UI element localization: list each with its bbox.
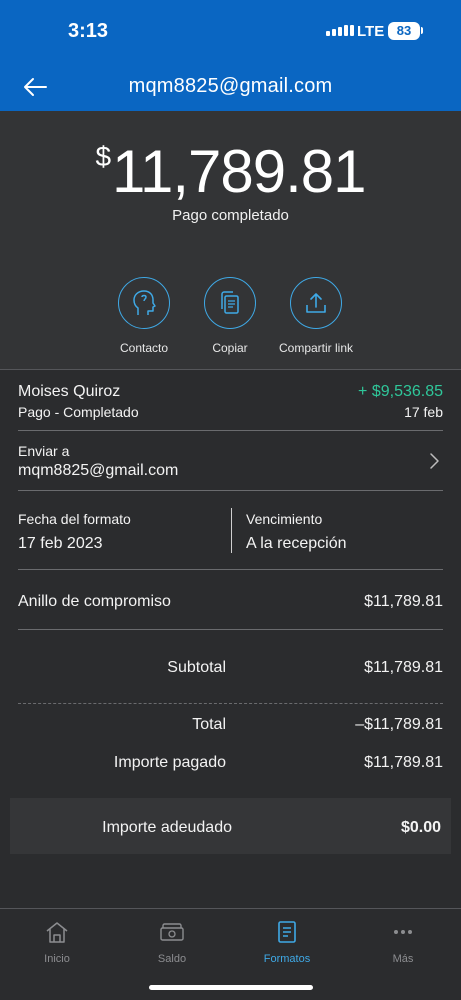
divider bbox=[18, 629, 443, 630]
tab-formatos[interactable]: Formatos bbox=[247, 919, 327, 965]
total-label: Total bbox=[192, 716, 226, 733]
payment-status-text: Pago - Completado bbox=[18, 404, 139, 420]
battery-icon: 83 bbox=[388, 22, 420, 40]
amount-due-value: $0.00 bbox=[400, 819, 441, 836]
tab-mas-label: Más bbox=[392, 953, 414, 965]
tab-formatos-label: Formatos bbox=[263, 953, 311, 965]
tab-inicio-label: Inicio bbox=[44, 953, 70, 965]
divider bbox=[18, 430, 443, 431]
share-link-label: Compartir link bbox=[278, 341, 353, 355]
dashed-divider bbox=[18, 703, 443, 704]
payer-name: Moises Quiroz bbox=[18, 383, 121, 400]
paid-label: Importe pagado bbox=[113, 754, 226, 771]
battery-tip bbox=[421, 27, 423, 34]
chevron-right-icon bbox=[430, 453, 439, 469]
due-date-label: Vencimiento bbox=[246, 511, 323, 527]
contact-icon bbox=[133, 290, 156, 315]
amount-due-label: Importe adeudado bbox=[102, 819, 232, 836]
divider bbox=[18, 490, 443, 491]
tab-mas[interactable]: Más bbox=[363, 919, 443, 965]
item-price: $11,789.81 bbox=[364, 593, 443, 610]
issue-date-label: Fecha del formato bbox=[18, 511, 131, 527]
paid-value: $11,789.81 bbox=[364, 754, 443, 771]
vertical-divider bbox=[231, 508, 232, 553]
invoice-icon bbox=[278, 921, 296, 943]
home-indicator bbox=[149, 985, 313, 990]
more-icon bbox=[394, 930, 412, 934]
issue-date-value: 17 feb 2023 bbox=[18, 535, 103, 552]
section-divider bbox=[0, 369, 461, 370]
send-to-email: mqm8825@gmail.com bbox=[18, 462, 179, 479]
status-time: 3:13 bbox=[68, 20, 109, 42]
payment-date: 17 feb bbox=[404, 404, 443, 420]
tab-inicio[interactable]: Inicio bbox=[17, 919, 97, 965]
amount-value: 11,789.81 bbox=[112, 138, 366, 205]
share-link-button[interactable]: Compartir link bbox=[261, 277, 371, 355]
home-icon bbox=[46, 922, 68, 943]
item-name: Anillo de compromiso bbox=[18, 593, 171, 610]
payment-summary: $11,789.81 Pago completado Contacto Copi… bbox=[0, 111, 461, 369]
send-to-label: Enviar a bbox=[18, 443, 70, 459]
payment-amount: + $9,536.85 bbox=[358, 383, 443, 400]
due-date-value: A la recepción bbox=[246, 535, 347, 552]
divider bbox=[18, 569, 443, 570]
payment-status: Pago completado bbox=[172, 207, 289, 224]
tab-saldo-label: Saldo bbox=[157, 953, 187, 965]
tab-saldo[interactable]: Saldo bbox=[132, 919, 212, 965]
currency-symbol: $ bbox=[95, 141, 111, 172]
total-value: –$11,789.81 bbox=[355, 716, 443, 733]
page-title: mqm8825@gmail.com bbox=[128, 75, 333, 97]
total-amount: $11,789.81 bbox=[0, 137, 461, 206]
top-header: 3:13 LTE 83 mqm8825@gmail.com bbox=[0, 0, 461, 111]
share-icon bbox=[306, 293, 326, 313]
signal-icon bbox=[326, 25, 354, 36]
subtotal-label: Subtotal bbox=[167, 659, 226, 676]
copy-icon bbox=[221, 291, 239, 314]
wallet-icon bbox=[160, 923, 184, 941]
network-label: LTE bbox=[357, 23, 385, 40]
subtotal-value: $11,789.81 bbox=[364, 659, 443, 676]
